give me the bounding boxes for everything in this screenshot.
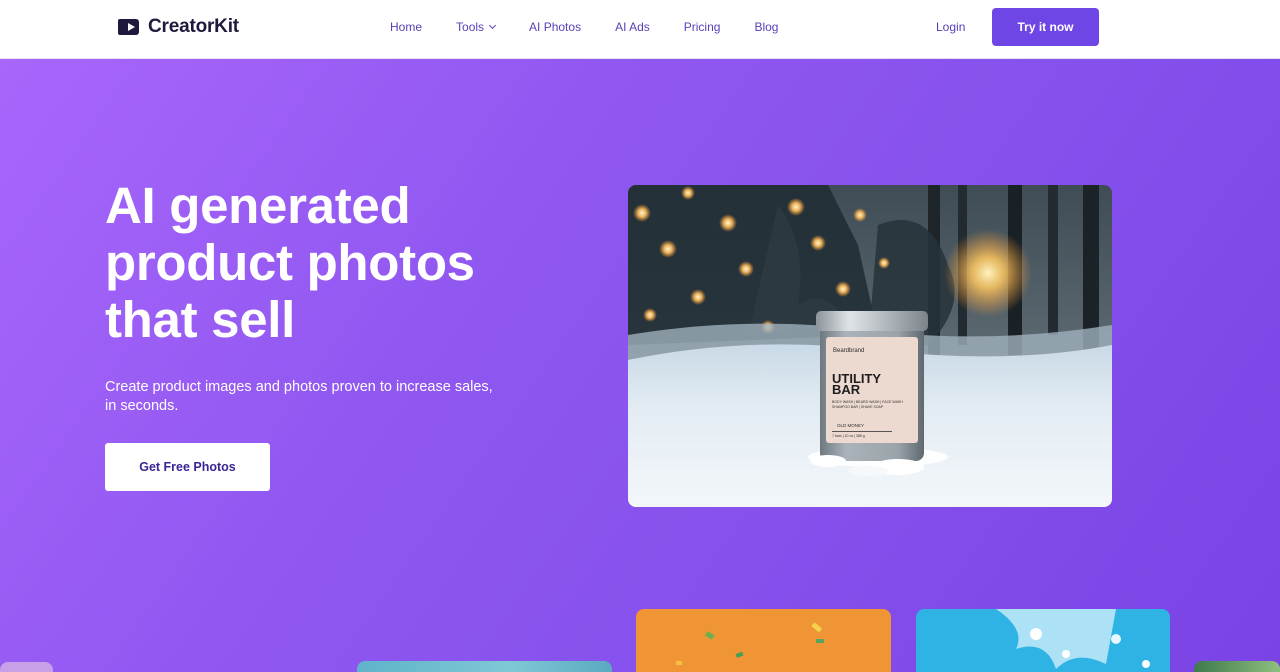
try-it-now-button[interactable]: Try it now (992, 8, 1099, 46)
brand-logo[interactable]: CreatorKit (118, 16, 239, 38)
brand-name: CreatorKit (148, 16, 239, 37)
get-free-photos-button[interactable]: Get Free Photos (105, 443, 270, 491)
nav-ai-ads[interactable]: AI Ads (615, 20, 650, 34)
nav-blog[interactable]: Blog (754, 20, 778, 34)
site-header: CreatorKit Home Tools AI Photos AI Ads P… (0, 0, 1280, 59)
nav-home[interactable]: Home (390, 20, 422, 34)
svg-text:Beardbrand: Beardbrand (833, 348, 864, 354)
svg-text:BODY WASH | BEARD WASH | FACE: BODY WASH | BEARD WASH | FACE WASH (832, 400, 903, 404)
nav-ai-photos[interactable]: AI Photos (529, 20, 581, 34)
hero-product-photo: Beardbrand UTILITY BAR BODY WASH | BEARD… (628, 185, 1112, 507)
gallery-thumb-green (1194, 661, 1280, 672)
hero-headline: AI generated product photos that sell (105, 177, 475, 348)
hero-section: AI generated product photos that sell Cr… (0, 59, 1280, 672)
play-video-icon (118, 19, 139, 35)
login-link[interactable]: Login (936, 20, 965, 34)
svg-text:BAR: BAR (832, 382, 861, 397)
nav-pricing[interactable]: Pricing (684, 20, 721, 34)
hero-subtitle: Create product images and photos proven … (105, 379, 493, 414)
svg-text:SHAMPOO BAR | SHAVE SOAP: SHAMPOO BAR | SHAVE SOAP (832, 405, 884, 409)
nav-tools-label: Tools (456, 20, 485, 34)
svg-text:7 bars | 10 oz | 385 g: 7 bars | 10 oz | 385 g (832, 434, 865, 438)
gallery-thumb-splash (916, 609, 1170, 672)
svg-text:OLD MONEY: OLD MONEY (837, 423, 864, 428)
main-nav: Home Tools AI Photos AI Ads Pricing Blog (390, 0, 778, 54)
chevron-down-icon (488, 21, 497, 30)
product-jar: Beardbrand UTILITY BAR BODY WASH | BEARD… (816, 311, 928, 461)
gallery-thumb-pink (0, 662, 53, 672)
nav-tools[interactable]: Tools (456, 20, 497, 34)
gallery-thumb-teal (357, 661, 612, 672)
gallery-thumb-confetti (636, 609, 891, 672)
